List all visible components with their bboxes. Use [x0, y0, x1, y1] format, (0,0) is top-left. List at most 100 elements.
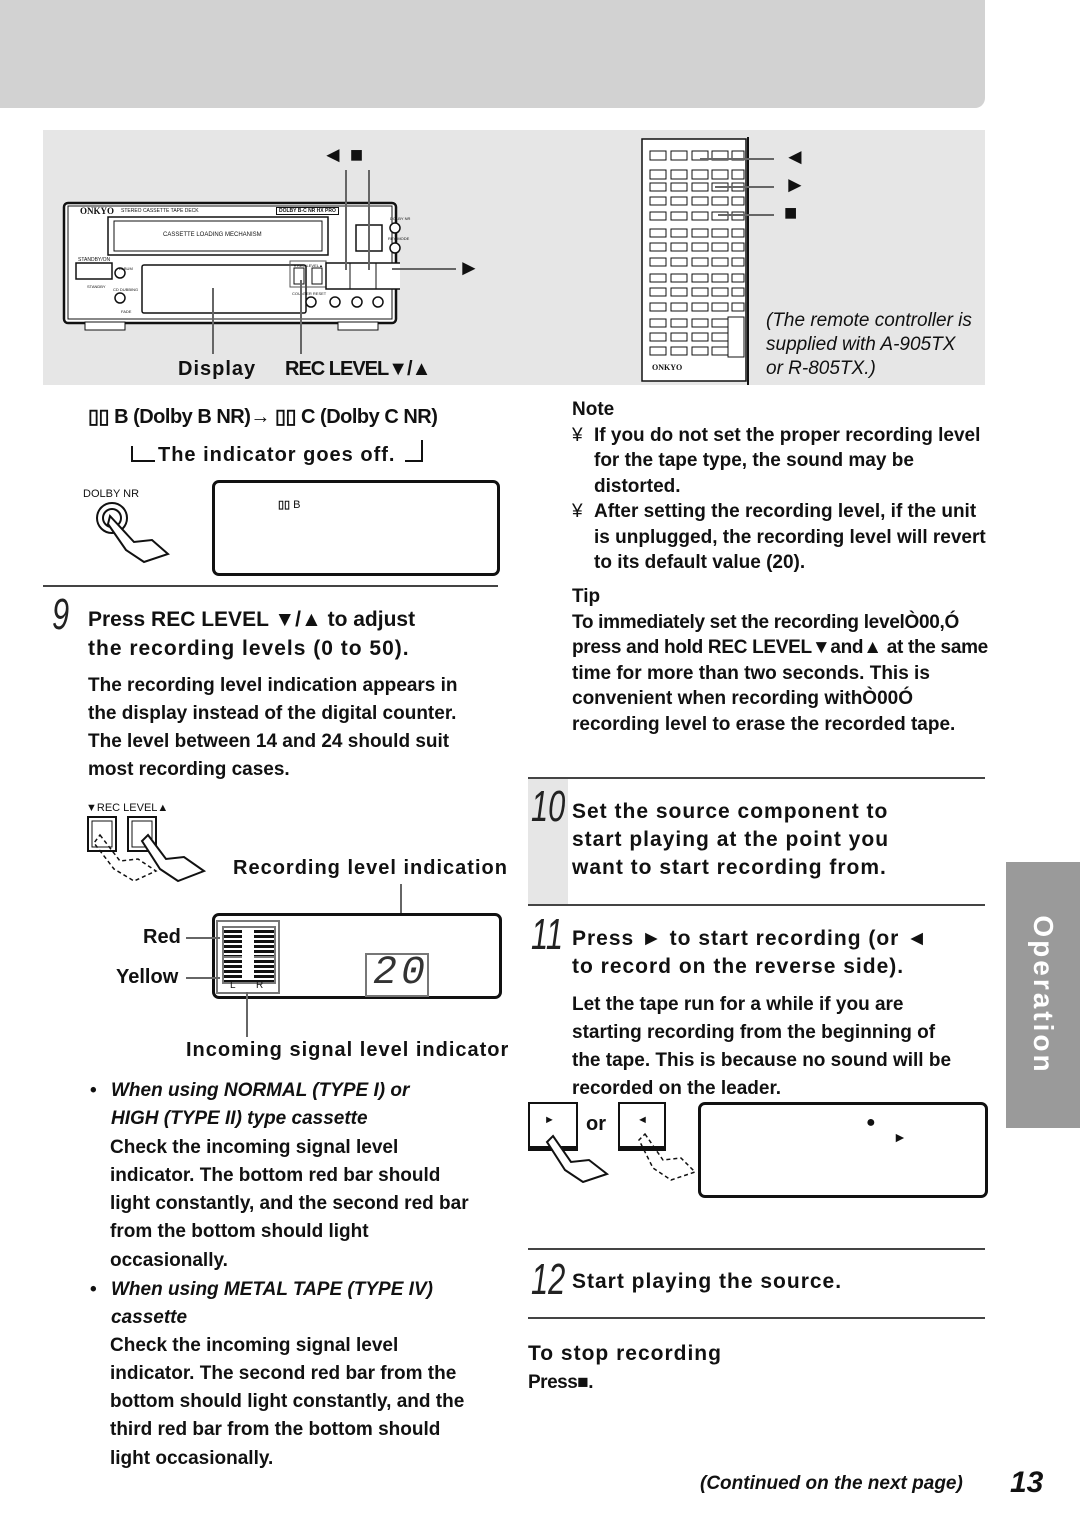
deck-right-buttons	[389, 222, 401, 254]
dolby-nr-button-label: DOLBY NR	[83, 488, 140, 500]
divider	[528, 904, 985, 906]
remote-brand: ONKYO	[652, 363, 683, 372]
deck-dolby-badge: DOLBY B-C NR HX PRO	[276, 207, 339, 215]
bullet-2-text-3: bottom should light constantly, and the	[110, 1391, 465, 1412]
bullet-1-text-5: occasionally.	[110, 1250, 228, 1271]
play-label: ►	[458, 255, 480, 280]
continued-note: (Continued on the next page)	[700, 1473, 963, 1494]
deck-mechanism-label: CASSETTE LOADING MECHANISM	[163, 232, 262, 238]
bullet-1-text-3: light constantly, and the second red bar	[110, 1193, 469, 1214]
note-1-line-1: If you do not set the proper recording l…	[594, 425, 981, 446]
bullet-1-text-4: from the bottom should light	[110, 1221, 369, 1242]
hand-pressing-play-icon	[545, 1132, 695, 1183]
step-10-heading-3: want to start recording from.	[572, 856, 887, 879]
remote-caption-3: or R-805TX.)	[766, 358, 876, 379]
step-11-heading-2: to record on the reverse side).	[572, 955, 905, 978]
yellow-callout	[186, 977, 220, 979]
hand-pressing-rec-level-icon	[87, 816, 207, 883]
play-indicator-icon: ►	[893, 1129, 907, 1145]
display-dolby-indicator: ▯▯ B	[278, 499, 301, 511]
step-9-body-3: The level between 14 and 24 should suit	[88, 731, 450, 752]
recording-level-indication-label: Recording level indication	[233, 857, 508, 879]
bullet-dot: •	[90, 1080, 97, 1101]
arrow-right-icon: →	[250, 406, 270, 428]
step-11-body-4: recorded on the leader.	[572, 1078, 782, 1099]
yellow-label: Yellow	[116, 966, 179, 988]
tip-title: Tip	[572, 586, 601, 607]
step-9-body-2: the display instead of the digital count…	[88, 703, 457, 724]
step-9-body-4: most recording cases.	[88, 759, 290, 780]
note-1-line-3: distorted.	[594, 476, 681, 497]
play-icon: ►	[544, 1114, 555, 1126]
bullet-2-text-5: light occasionally.	[110, 1448, 274, 1469]
callout-line-rec-level	[300, 280, 302, 354]
rec-level-label: REC LEVEL▼/▲	[285, 358, 431, 380]
deck-brand: ONKYO	[80, 206, 115, 216]
step-12-heading: Start playing the source.	[572, 1270, 843, 1293]
step-11-number: 11	[531, 910, 563, 959]
incoming-signal-label: Incoming signal level indicator	[186, 1039, 510, 1061]
deck-standby-led-label: STANDBY	[87, 284, 106, 289]
dolby-logo-icon: ▯▯	[278, 499, 294, 511]
page-number: 13	[1010, 1466, 1044, 1499]
tip-line-2: press and hold REC LEVEL▼and▲ at the sam…	[572, 637, 988, 658]
tip-line-3: time for more than two seconds. This is	[572, 663, 930, 684]
bullet-1-title-2: HIGH (TYPE II) type cassette	[111, 1108, 368, 1129]
top-banner	[0, 0, 985, 108]
tip-line-4: convenient when recording withÒ00Ó	[572, 688, 913, 709]
step-12-number: 12	[531, 1255, 566, 1304]
section-tab-operation: Operation	[1006, 862, 1080, 1128]
step-11-body-2: starting recording from the beginning of	[572, 1022, 936, 1043]
callout-line-reverse	[345, 170, 347, 270]
note-2-line-3: to its default value (20).	[594, 552, 806, 573]
bullet-1-text-2: indicator. The bottom red bar should	[110, 1165, 441, 1186]
manual-page: { "colors":{"banner":"#d2d2d2","figure_b…	[0, 0, 1080, 1529]
red-label: Red	[143, 926, 181, 948]
rec-indicator-icon: ●	[866, 1114, 876, 1131]
step-10-heading-2: start playing at the point you	[572, 828, 890, 851]
step-10-heading-1: Set the source component to	[572, 800, 889, 823]
bullet-2-text-1: Check the incoming signal level	[110, 1335, 399, 1356]
reverse-stop-label: ◄ ■	[322, 142, 364, 167]
divider	[528, 1248, 985, 1250]
indicator-goes-off-text: The indicator goes off.	[158, 444, 396, 466]
recording-display-panel	[698, 1102, 988, 1198]
step-9-heading-2: the recording levels (0 to 50).	[88, 637, 410, 660]
deck-fade-label: FADE	[121, 309, 132, 314]
remote-callout-1	[700, 158, 774, 160]
deck-model: STEREO CASSETTE TAPE DECK	[121, 208, 199, 214]
divider	[43, 585, 498, 587]
note-1-line-2: for the tape type, the sound may be	[594, 450, 914, 471]
red-callout	[186, 937, 220, 939]
step-10-number: 10	[531, 782, 566, 831]
reverse-play-icon: ◄	[637, 1114, 648, 1126]
hand-pressing-dolby-nr-icon	[96, 502, 170, 564]
step-11-body-3: the tape. This is because no sound will …	[572, 1050, 952, 1071]
step-9-heading-1: Press REC LEVEL ▼/▲ to adjust	[88, 608, 416, 631]
bullet-1-text-1: Check the incoming signal level	[110, 1137, 399, 1158]
remote-label-stop: ■	[784, 200, 798, 225]
step-9-body-1: The recording level indication appears i…	[88, 675, 458, 696]
loop-arrow-left	[131, 446, 155, 462]
deck-standby-label: STANDBY/ON	[78, 257, 111, 263]
remote-controller-illustration	[641, 137, 749, 385]
remote-caption-1: (The remote controller is	[766, 310, 972, 331]
note-bullet: ¥	[572, 425, 583, 446]
bullet-dot: •	[90, 1279, 97, 1300]
bullet-2-title-2: cassette	[111, 1307, 188, 1328]
deck-rec-level-label: ▼REC LEVEL▲	[293, 263, 323, 268]
tip-line-5: recording level to erase the recorded ta…	[572, 714, 956, 735]
rec-level-buttons-label: ▼REC LEVEL▲	[86, 802, 169, 814]
loop-arrow-right	[405, 440, 423, 462]
note-title: Note	[572, 399, 615, 420]
bullet-2-text-2: indicator. The second red bar from the	[110, 1363, 457, 1384]
dolby-logo-icon: ▯▯	[88, 406, 115, 428]
deck-album-label: ALBUM	[119, 266, 133, 271]
deck-cd-dubbing-label: CD DUBBING	[113, 287, 139, 292]
divider	[528, 1317, 985, 1319]
level-value-display: 20	[365, 951, 429, 997]
deck-counter-reset-label: COUNTER RESET	[292, 291, 327, 296]
note-bullet: ¥	[572, 501, 583, 522]
dolby-display-panel	[212, 480, 500, 576]
meter-l-label: L	[230, 980, 236, 991]
